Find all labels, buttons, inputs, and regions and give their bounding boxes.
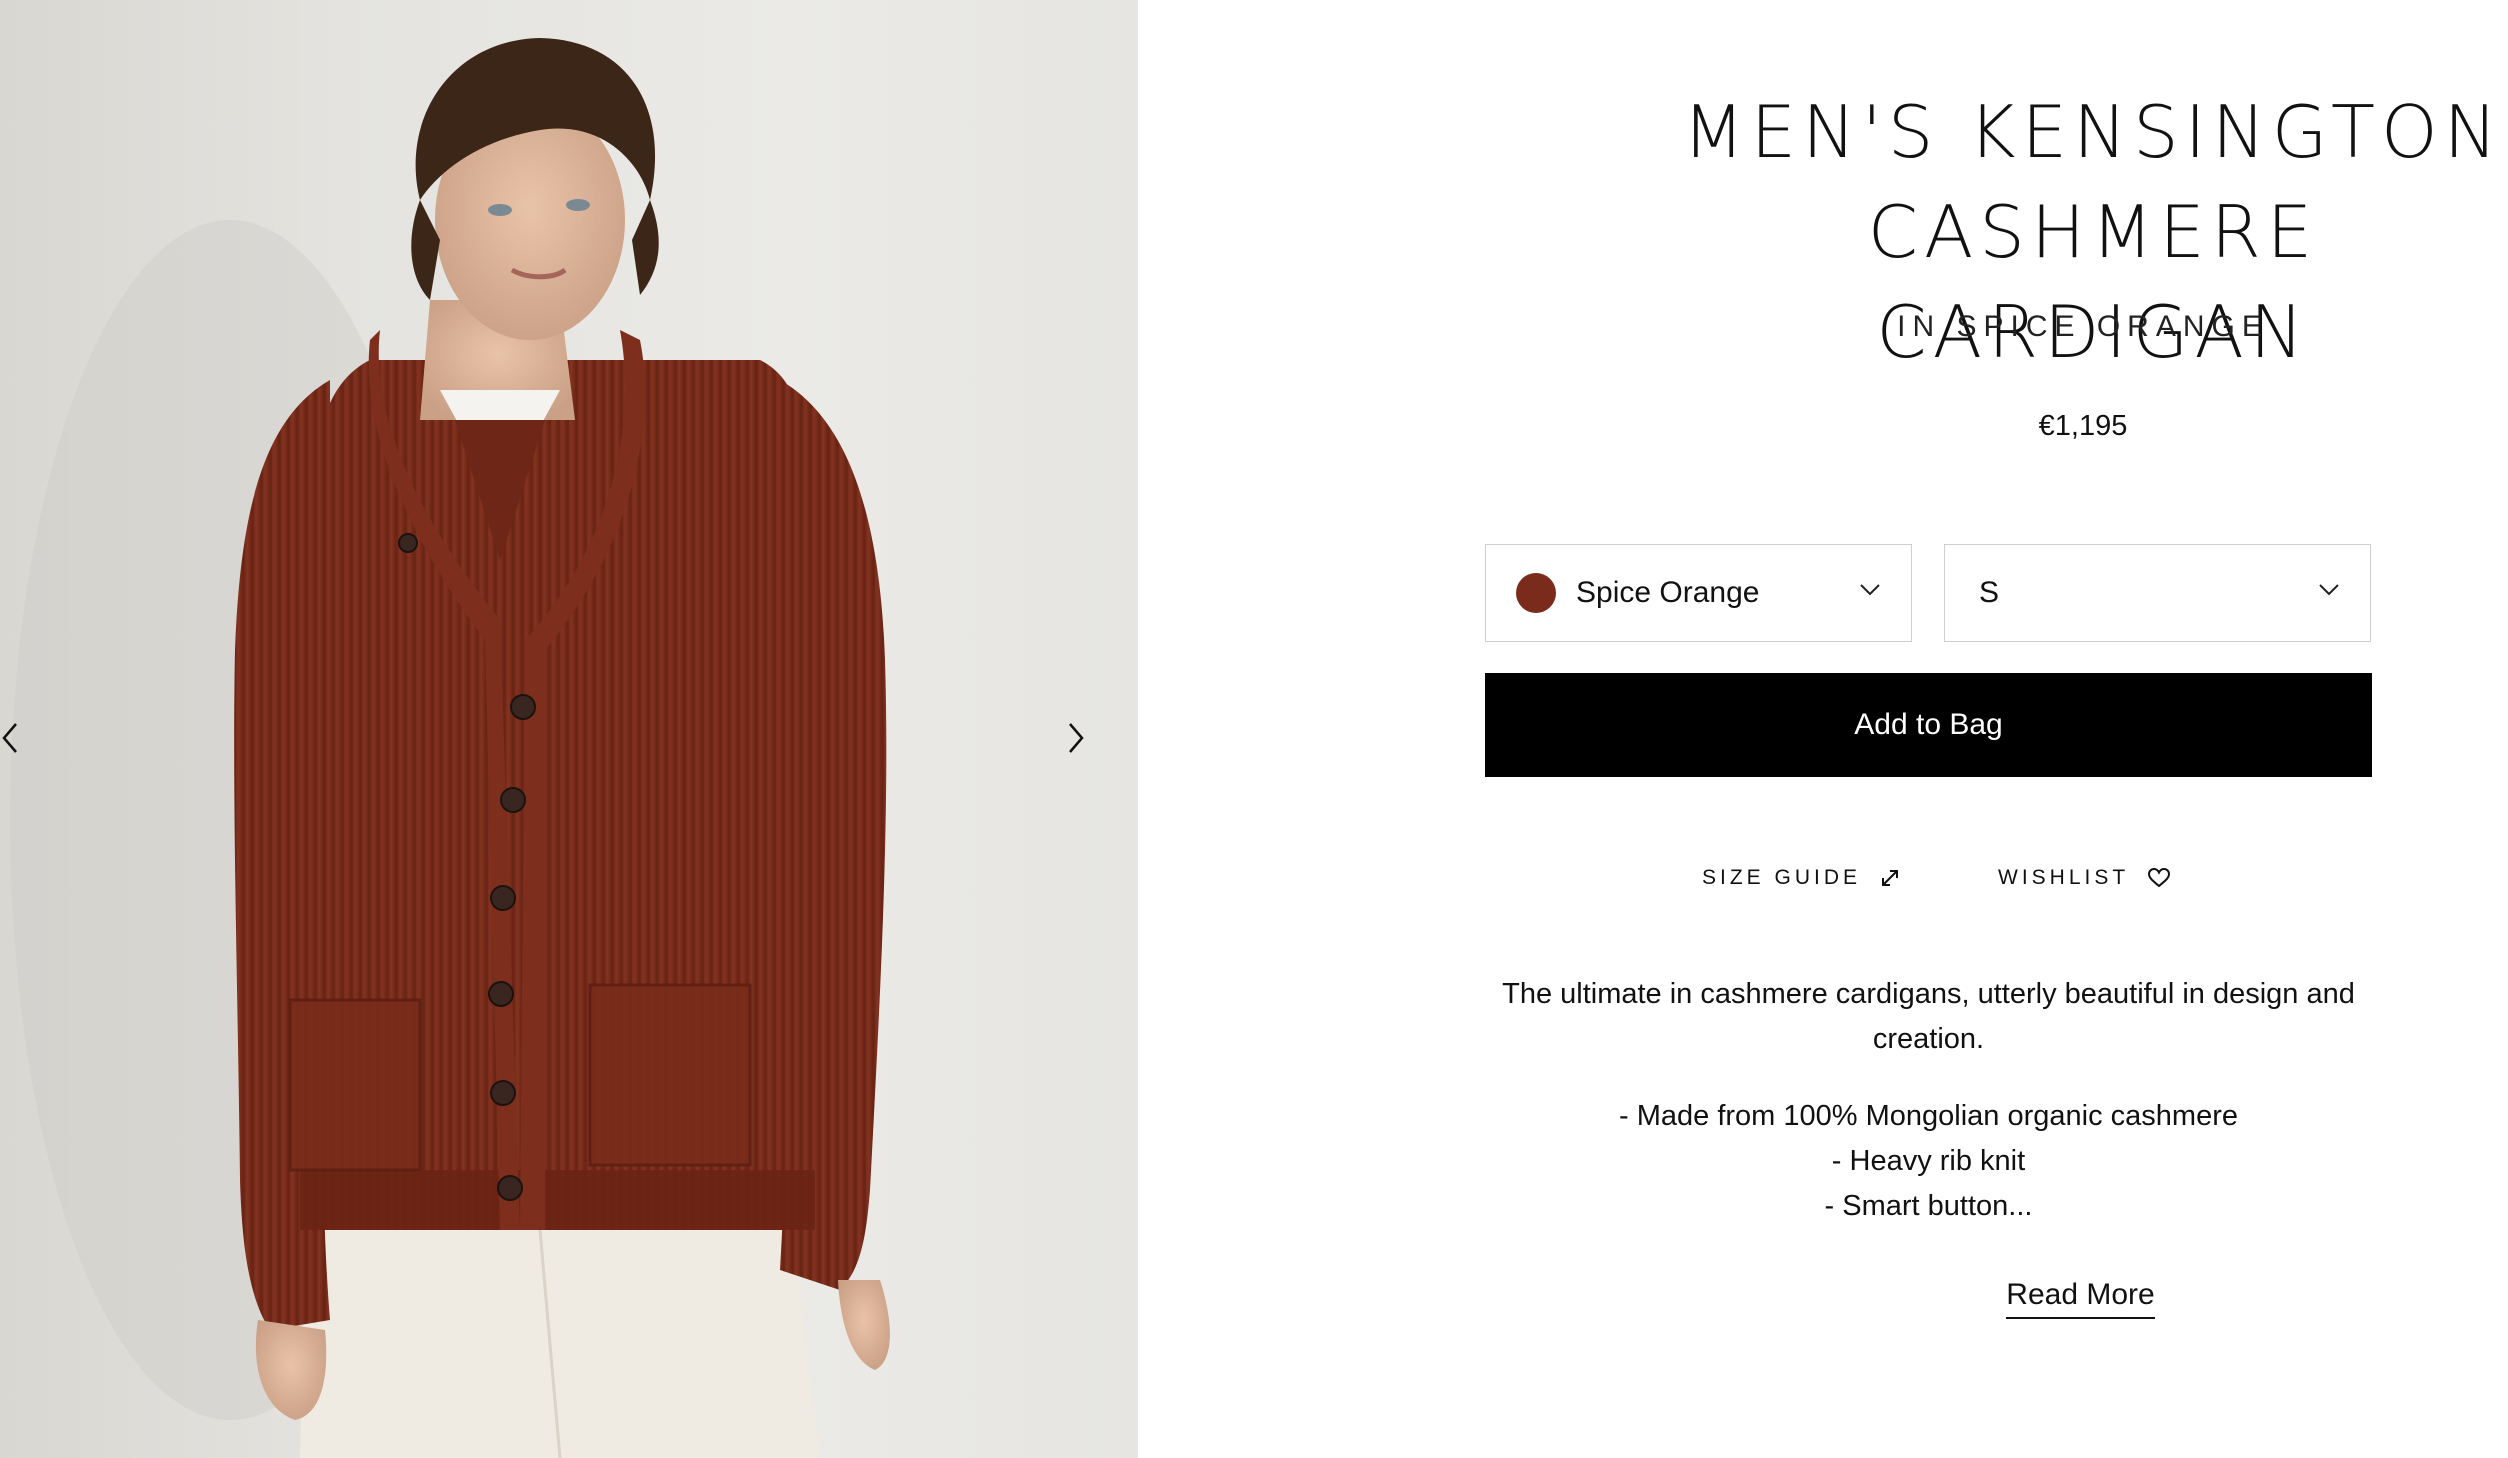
chevron-right-icon	[1069, 723, 1084, 753]
feature-item: - Heavy rib knit	[1831, 1145, 2026, 1177]
product-image-gallery	[0, 0, 1138, 1458]
feature-item: - Smart button...	[1824, 1190, 2033, 1222]
product-title-line-1: MEN'S KENSINGTON	[1682, 90, 2504, 174]
product-details-panel: MEN'S KENSINGTON CASHMERE CARDIGAN IN SP…	[1138, 0, 2508, 1458]
size-guide-label: SIZE GUIDE	[1702, 866, 1862, 889]
product-title-line-2: CASHMERE CARDIGAN	[1867, 190, 2319, 374]
chevron-left-icon	[2, 723, 17, 753]
color-swatch	[1516, 573, 1556, 613]
chevron-down-icon	[2319, 584, 2339, 596]
product-features-list: - Made from 100% Mongolian organic cashm…	[1485, 1094, 2372, 1229]
color-select-value: Spice Orange	[1576, 576, 1760, 609]
size-select-value: S	[1979, 576, 2000, 609]
color-select[interactable]: Spice Orange	[1485, 544, 1912, 642]
gallery-next-button[interactable]	[1056, 718, 1096, 758]
chevron-down-icon	[1860, 584, 1880, 596]
product-price: €1,195	[2038, 410, 2128, 442]
feature-item: - Made from 100% Mongolian organic cashm…	[1619, 1100, 2238, 1132]
wishlist-link[interactable]: WISHLIST	[1998, 866, 2171, 890]
gallery-prev-button[interactable]	[0, 718, 30, 758]
heart-icon	[2148, 867, 2171, 888]
size-select[interactable]: S	[1944, 544, 2371, 642]
size-guide-link[interactable]: SIZE GUIDE	[1702, 866, 1901, 890]
wishlist-label: WISHLIST	[1998, 866, 2130, 889]
product-description: The ultimate in cashmere cardigans, utte…	[1502, 978, 2355, 1055]
expand-arrows-icon	[1882, 870, 1899, 886]
product-photo	[10, 38, 890, 1458]
read-more-link[interactable]: Read More	[1138, 1278, 2508, 1319]
read-more-label: Read More	[2006, 1278, 2155, 1319]
product-color-subtitle: IN SPICE ORANGE	[1897, 310, 2269, 343]
add-to-bag-button[interactable]: Add to Bag	[1485, 673, 2372, 777]
